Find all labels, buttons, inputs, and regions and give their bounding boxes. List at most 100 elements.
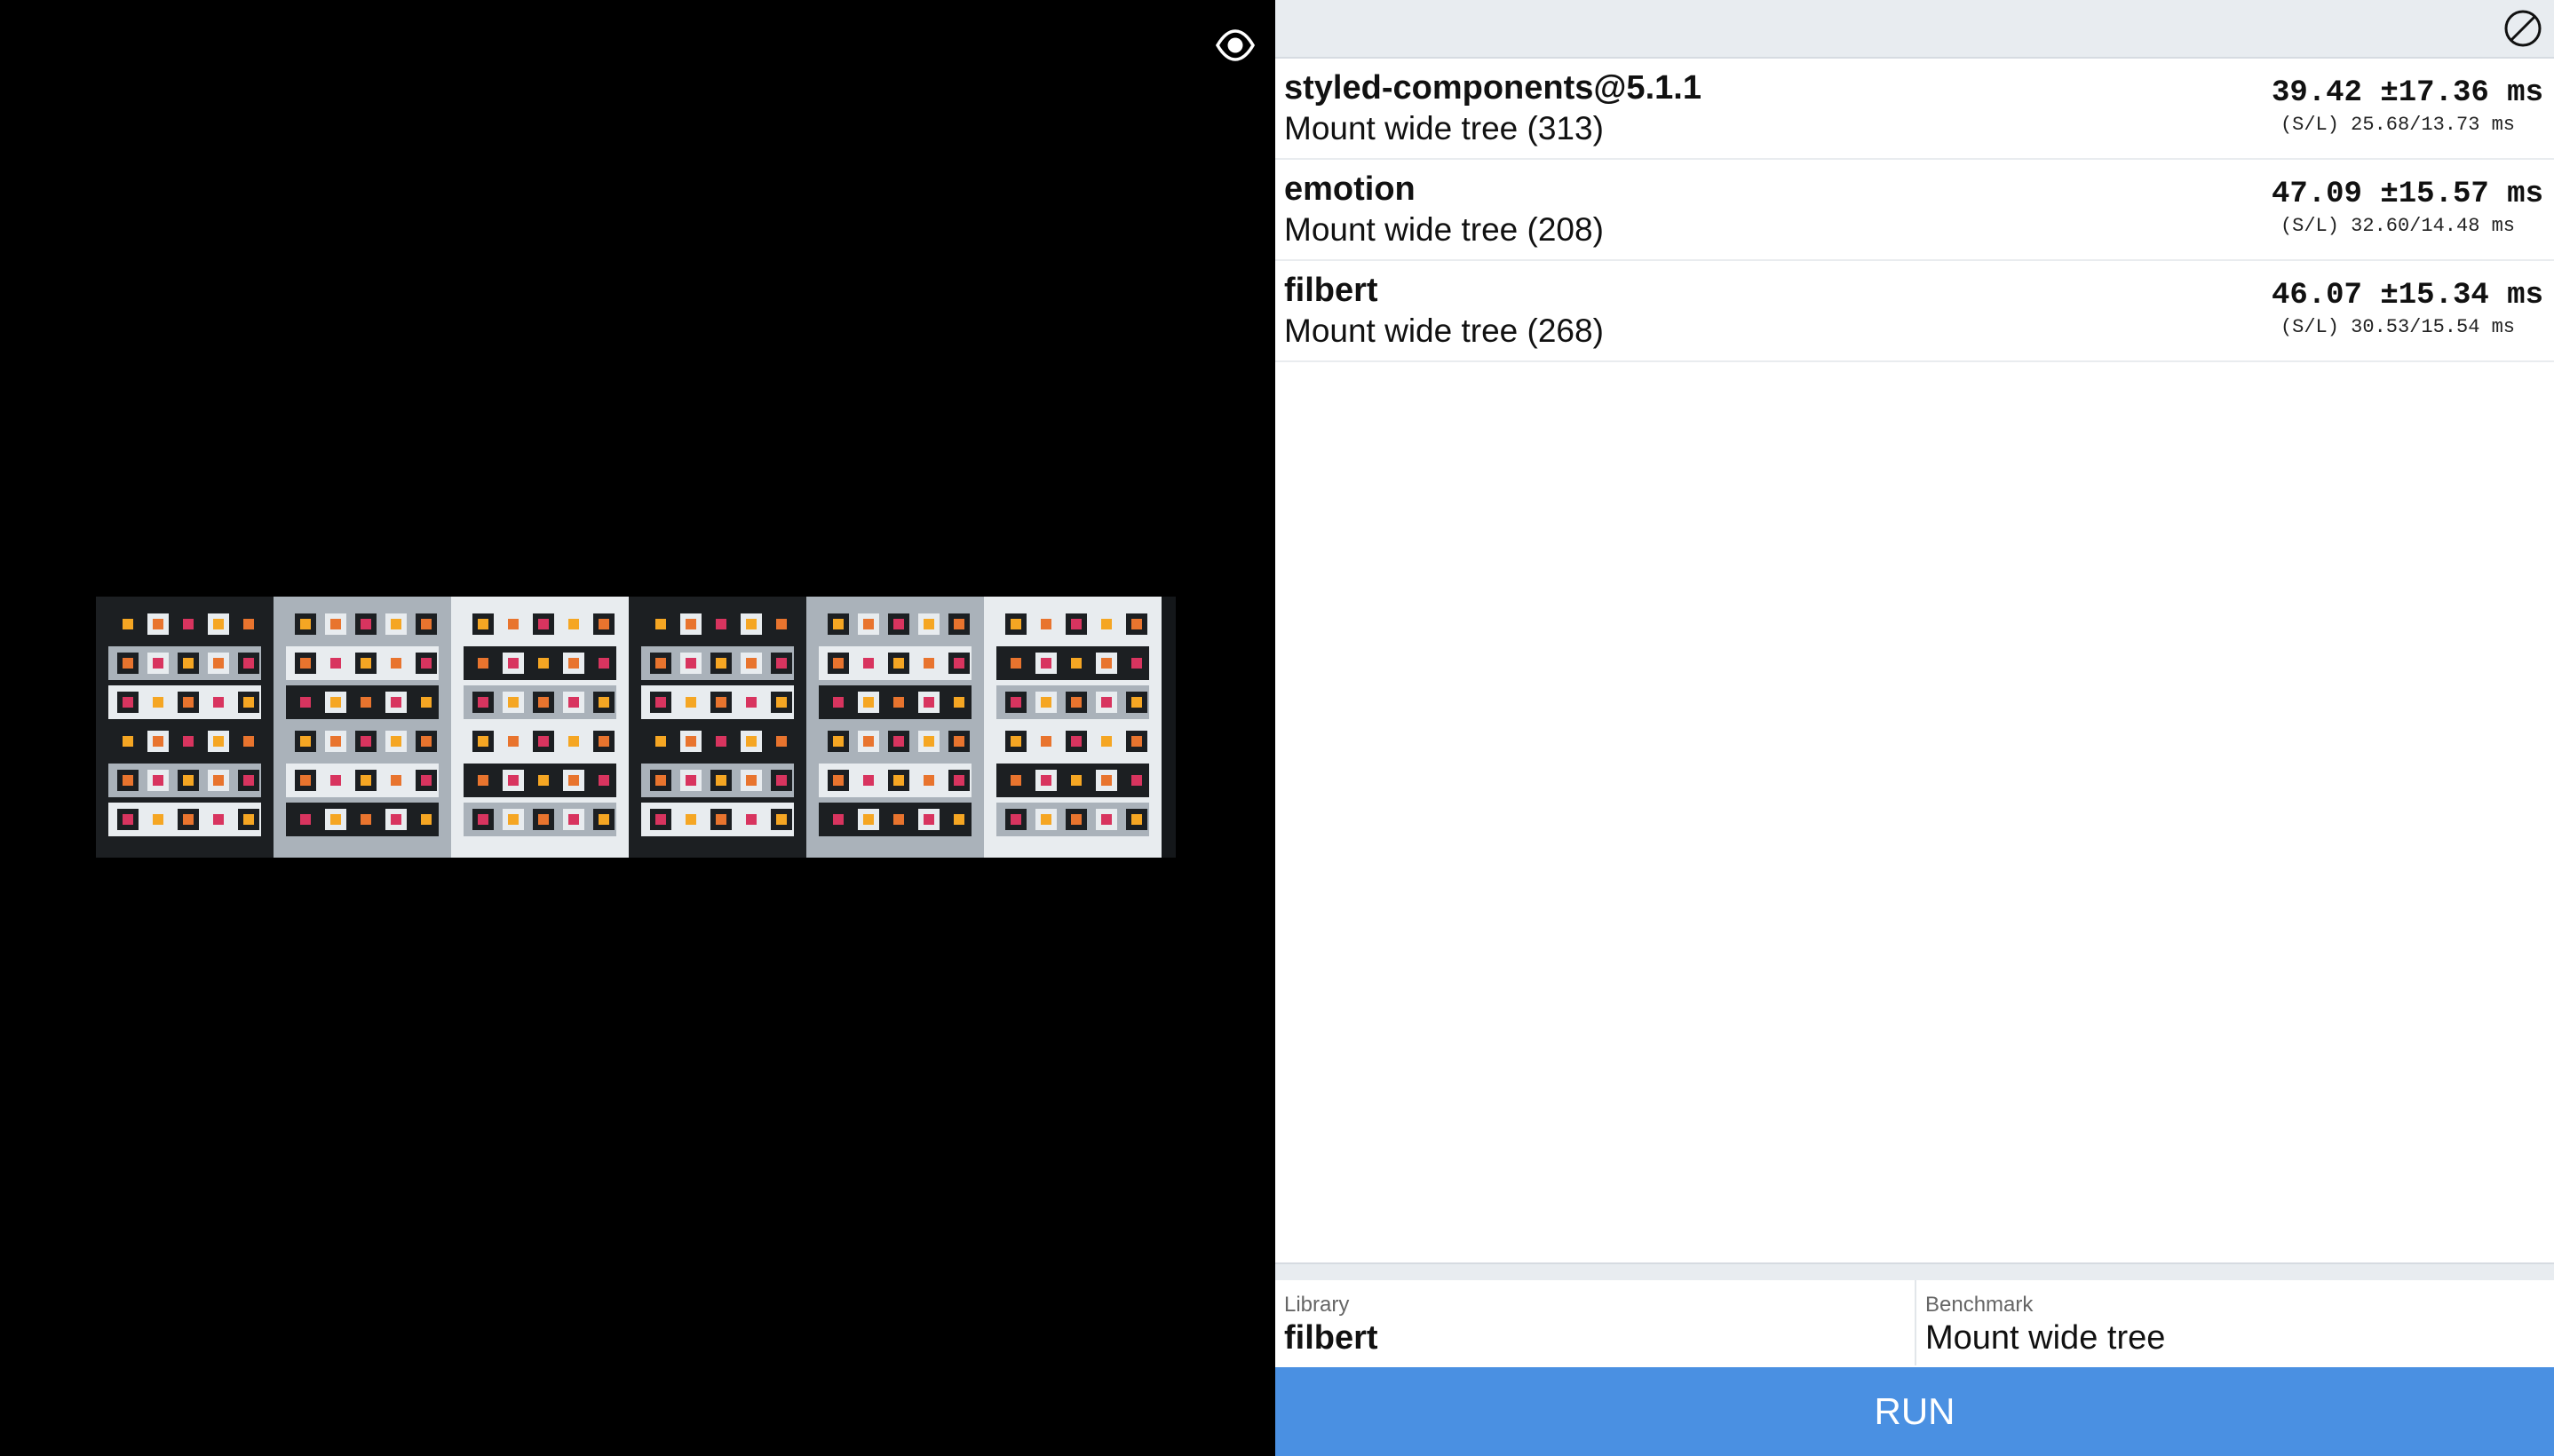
tree-leaf <box>538 697 549 708</box>
tree-leaf <box>833 697 844 708</box>
tree-leaf <box>776 775 787 786</box>
library-select[interactable]: Library filbert <box>1275 1280 1916 1365</box>
tree-leaf <box>893 658 904 669</box>
tree-leaf <box>1101 814 1112 825</box>
tree-leaf <box>361 697 371 708</box>
run-button[interactable]: RUN <box>1275 1367 2554 1456</box>
tree-leaf <box>1071 814 1082 825</box>
tree-leaf <box>421 658 432 669</box>
tree-leaf <box>954 814 964 825</box>
tree-leaf <box>300 814 311 825</box>
result-library: emotion <box>1284 170 1416 208</box>
tree-leaf <box>478 658 488 669</box>
tree-leaf <box>568 619 579 629</box>
tree-leaf <box>213 658 224 669</box>
tree-leaf <box>686 775 696 786</box>
tree-leaf <box>716 775 726 786</box>
tree-leaf <box>1131 814 1142 825</box>
tree-leaf <box>183 775 194 786</box>
tree-leaf <box>508 775 519 786</box>
tree-leaf <box>1101 658 1112 669</box>
tree-leaf <box>686 814 696 825</box>
library-value: filbert <box>1284 1319 1378 1357</box>
tree-leaf <box>183 697 194 708</box>
tree-leaf <box>478 775 488 786</box>
library-label: Library <box>1284 1293 1350 1317</box>
benchmark-value: Mount wide tree <box>1925 1319 2166 1357</box>
tree-leaf <box>1011 658 1021 669</box>
result-detail: (S/L) 32.60/14.48 ms <box>2280 215 2515 237</box>
tree-leaf <box>391 736 401 747</box>
tree-leaf <box>863 619 874 629</box>
tree-leaf <box>716 736 726 747</box>
tree-leaf <box>421 775 432 786</box>
tree-leaf <box>1011 775 1021 786</box>
result-row: filbert Mount wide tree (268) 46.07 ±15.… <box>1275 261 2554 362</box>
tree-leaf <box>924 697 934 708</box>
tree-leaf <box>655 814 666 825</box>
result-library: styled-components@5.1.1 <box>1284 69 1701 107</box>
tree-leaf <box>391 814 401 825</box>
tree-leaf <box>478 697 488 708</box>
tree-leaf <box>599 814 609 825</box>
tree-leaf <box>538 814 549 825</box>
tree-leaf <box>1071 736 1082 747</box>
tree-leaf <box>655 658 666 669</box>
tree-leaf <box>924 619 934 629</box>
tree-leaf <box>330 697 341 708</box>
benchmark-select[interactable]: Benchmark Mount wide tree <box>1916 1280 2554 1365</box>
tree-leaf <box>833 814 844 825</box>
tree-leaf <box>243 658 254 669</box>
tree-leaf <box>1041 775 1051 786</box>
tree-leaf <box>213 775 224 786</box>
clear-icon[interactable] <box>2502 8 2543 49</box>
tree-leaf <box>954 619 964 629</box>
tree-leaf <box>153 619 163 629</box>
tree-leaf <box>508 697 519 708</box>
tree-leaf <box>153 814 163 825</box>
tree-leaf <box>243 736 254 747</box>
result-mean: 39.42 ±17.36 ms <box>2271 76 2543 110</box>
tree-leaf <box>1101 736 1112 747</box>
benchmark-label: Benchmark <box>1925 1293 2034 1317</box>
result-row: styled-components@5.1.1 Mount wide tree … <box>1275 59 2554 160</box>
tree-leaf <box>893 775 904 786</box>
tree-leaf <box>213 736 224 747</box>
tree-leaf <box>153 658 163 669</box>
tree-leaf <box>478 814 488 825</box>
tree-leaf <box>893 697 904 708</box>
tree-leaf <box>330 736 341 747</box>
result-detail: (S/L) 25.68/13.73 ms <box>2280 114 2515 136</box>
eye-icon[interactable] <box>1215 25 1256 66</box>
tree-leaf <box>1101 697 1112 708</box>
tree-leaf <box>508 658 519 669</box>
tree-leaf <box>746 658 757 669</box>
tree-leaf <box>746 814 757 825</box>
tree-leaf <box>478 619 488 629</box>
tree-leaf <box>655 736 666 747</box>
tree-leaf <box>1071 658 1082 669</box>
tree-leaf <box>1131 658 1142 669</box>
tree-leaf <box>300 697 311 708</box>
tree-leaf <box>1071 775 1082 786</box>
tree-leaf <box>213 814 224 825</box>
tree-leaf <box>863 658 874 669</box>
tree-leaf <box>300 658 311 669</box>
tree-leaf <box>655 775 666 786</box>
tree-leaf <box>361 736 371 747</box>
tree-leaf <box>833 619 844 629</box>
tree-leaf <box>123 736 133 747</box>
benchmark-preview-pane <box>0 0 1275 1456</box>
tree-leaf <box>655 619 666 629</box>
tree-leaf <box>568 775 579 786</box>
tree-leaf <box>153 775 163 786</box>
tree-leaf <box>123 658 133 669</box>
tree-leaf <box>746 619 757 629</box>
tree-leaf <box>243 619 254 629</box>
tree-leaf <box>508 736 519 747</box>
result-row: emotion Mount wide tree (208) 47.09 ±15.… <box>1275 160 2554 261</box>
tree-leaf <box>686 619 696 629</box>
tree-leaf <box>1131 619 1142 629</box>
result-mean: 46.07 ±15.34 ms <box>2271 279 2543 313</box>
tree-leaf <box>1101 775 1112 786</box>
